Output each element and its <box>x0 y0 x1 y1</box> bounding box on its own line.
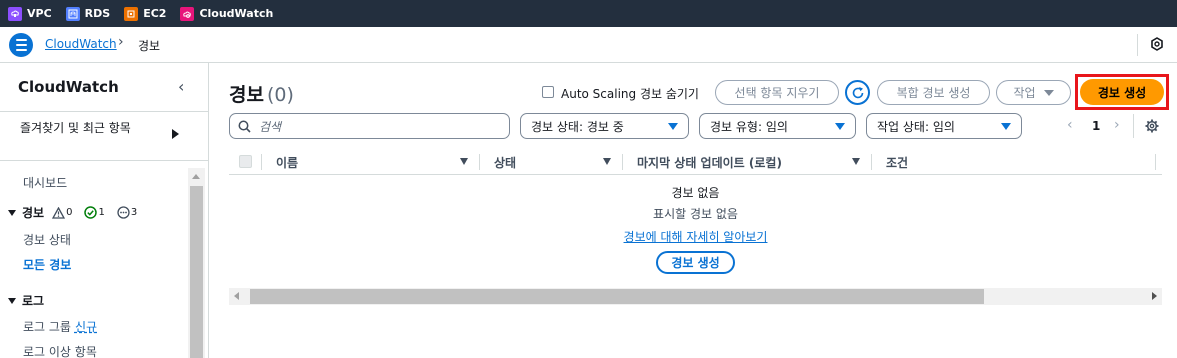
empty-state-subtitle: 표시할 경보 없음 <box>653 207 738 221</box>
vpc-icon <box>8 6 22 21</box>
column-divider <box>871 154 872 170</box>
sidebar-title: CloudWatch <box>18 78 119 96</box>
alarm-count-in-alarm: 0 <box>52 206 78 219</box>
create-alarm-button[interactable]: 경보 생성 <box>1080 79 1164 105</box>
new-badge: 신규 <box>74 320 98 334</box>
warning-icon <box>52 206 66 219</box>
hide-autoscaling-label[interactable]: Auto Scaling 경보 숨기기 <box>561 85 699 102</box>
caret-down-icon <box>668 123 678 130</box>
divider <box>0 111 208 112</box>
menu-icon[interactable] <box>9 33 33 57</box>
caret-down-icon <box>1043 89 1054 96</box>
alarm-count: (0) <box>266 84 294 106</box>
table-header: 이름 상태 마지막 상태 업데이트 (로컬) 조건 <box>229 149 1162 175</box>
caret-down-icon <box>8 297 16 304</box>
sidebar-section-label: 로그 <box>22 294 45 308</box>
sidebar-item-alarm-state[interactable]: 경보 상태 <box>23 231 71 248</box>
divider <box>0 160 208 161</box>
sort-icon[interactable] <box>603 158 611 165</box>
horizontal-scrollbar[interactable] <box>229 288 1162 305</box>
hide-autoscaling-checkbox[interactable] <box>542 86 554 98</box>
ec2-icon <box>124 6 139 21</box>
chevron-right-icon[interactable]: › <box>1114 117 1120 133</box>
favorite-rds[interactable]: RDS <box>65 6 111 21</box>
empty-state-link-row: 경보에 대해 자세히 알아보기 <box>229 228 1162 245</box>
column-header-last-update[interactable]: 마지막 상태 업데이트 (로컬) <box>637 154 782 171</box>
sidebar-item-log-groups[interactable]: 로그 그룹 신규 <box>23 318 97 335</box>
alarm-state-select[interactable]: 경보 상태: 경보 중 <box>520 113 689 139</box>
rds-icon <box>65 6 80 21</box>
sidebar-item-dashboard[interactable]: 대시보드 <box>23 174 67 191</box>
search-input[interactable]: 검색 <box>229 113 510 139</box>
empty-create-alarm-button[interactable]: 경보 생성 <box>656 251 735 274</box>
divider <box>1137 34 1138 56</box>
favorite-cloudwatch[interactable]: CloudWatch <box>180 6 274 21</box>
caret-down-icon <box>835 123 845 130</box>
clear-selection-button[interactable]: 선택 항목 지우기 <box>715 80 839 105</box>
chevron-left-icon[interactable]: ‹ <box>1067 117 1073 133</box>
favorite-label: CloudWatch <box>199 7 274 20</box>
scrollbar-thumb[interactable] <box>250 289 984 304</box>
chevron-right-icon: › <box>118 34 124 50</box>
alarm-count-ok: 1 <box>84 206 110 219</box>
alarm-count-badges: 0 1 3 <box>52 206 149 219</box>
caret-down-icon <box>8 209 16 216</box>
sort-icon[interactable] <box>852 158 860 165</box>
cloudwatch-icon <box>180 6 195 21</box>
alarm-type-select[interactable]: 경보 유형: 임의 <box>699 113 856 139</box>
sidebar: CloudWatch ‹ 즐겨찾기 및 최근 항목 대시보드 경보 0 1 3 … <box>0 63 209 358</box>
ellipsis-circle-icon <box>117 206 130 219</box>
scroll-up-icon[interactable] <box>192 174 200 179</box>
column-divider <box>261 154 262 170</box>
caret-down-icon <box>1001 123 1011 130</box>
favorite-vpc[interactable]: VPC <box>8 6 52 21</box>
sidebar-section-logs[interactable]: 로그 <box>8 292 44 309</box>
search-icon <box>238 120 251 133</box>
breadcrumb-current: 경보 <box>138 39 161 53</box>
chevron-left-icon[interactable]: ‹ <box>178 77 184 96</box>
divider <box>1133 114 1134 138</box>
page-title: 경보 (0) <box>229 84 294 106</box>
scroll-left-icon[interactable] <box>234 292 239 300</box>
alarm-count-insufficient: 3 <box>117 206 143 219</box>
sidebar-item-label: 로그 그룹 <box>23 320 71 334</box>
column-divider <box>1155 154 1156 170</box>
column-header-name[interactable]: 이름 <box>276 154 298 171</box>
sidebar-section-label: 경보 <box>22 206 45 220</box>
scroll-right-icon[interactable] <box>1152 292 1157 300</box>
favorites-bar: VPC RDS EC2 CloudWatch <box>0 0 1177 27</box>
check-circle-icon <box>84 206 98 219</box>
breadcrumb: CloudWatch › 경보 <box>0 27 1177 63</box>
favorite-label: VPC <box>27 7 52 20</box>
settings-icon[interactable] <box>1150 37 1164 51</box>
current-page[interactable]: 1 <box>1092 119 1100 133</box>
sidebar-scrollbar[interactable] <box>188 168 205 358</box>
action-state-select[interactable]: 작업 상태: 임의 <box>866 113 1022 139</box>
refresh-button[interactable] <box>845 80 870 105</box>
gear-icon[interactable] <box>1145 119 1159 133</box>
sort-icon[interactable] <box>460 158 468 165</box>
sidebar-item-all-alarms[interactable]: 모든 경보 <box>23 256 71 273</box>
breadcrumb-cloudwatch-link[interactable]: CloudWatch <box>45 37 117 51</box>
scrollbar-thumb[interactable] <box>190 186 203 358</box>
caret-right-icon[interactable] <box>172 129 179 139</box>
refresh-icon <box>852 86 863 98</box>
select-all-checkbox[interactable] <box>239 155 252 168</box>
learn-more-link[interactable]: 경보에 대해 자세히 알아보기 <box>624 230 768 244</box>
column-divider <box>479 154 480 170</box>
favorite-label: RDS <box>84 7 111 20</box>
sidebar-item-log-anomalies[interactable]: 로그 이상 항목 <box>23 343 97 358</box>
sidebar-section-alarms[interactable]: 경보 0 1 3 <box>8 204 149 221</box>
column-header-conditions[interactable]: 조건 <box>886 154 908 171</box>
column-divider <box>622 154 623 170</box>
favorite-label: EC2 <box>143 7 167 20</box>
actions-dropdown[interactable]: 작업 <box>996 80 1071 105</box>
empty-state-title: 경보 없음 <box>671 186 720 200</box>
search-placeholder: 검색 <box>259 119 282 134</box>
create-composite-alarm-button[interactable]: 복합 경보 생성 <box>877 80 990 105</box>
sidebar-favorites-recent[interactable]: 즐겨찾기 및 최근 항목 <box>20 121 140 136</box>
favorite-ec2[interactable]: EC2 <box>124 6 167 21</box>
column-header-state[interactable]: 상태 <box>494 154 516 171</box>
